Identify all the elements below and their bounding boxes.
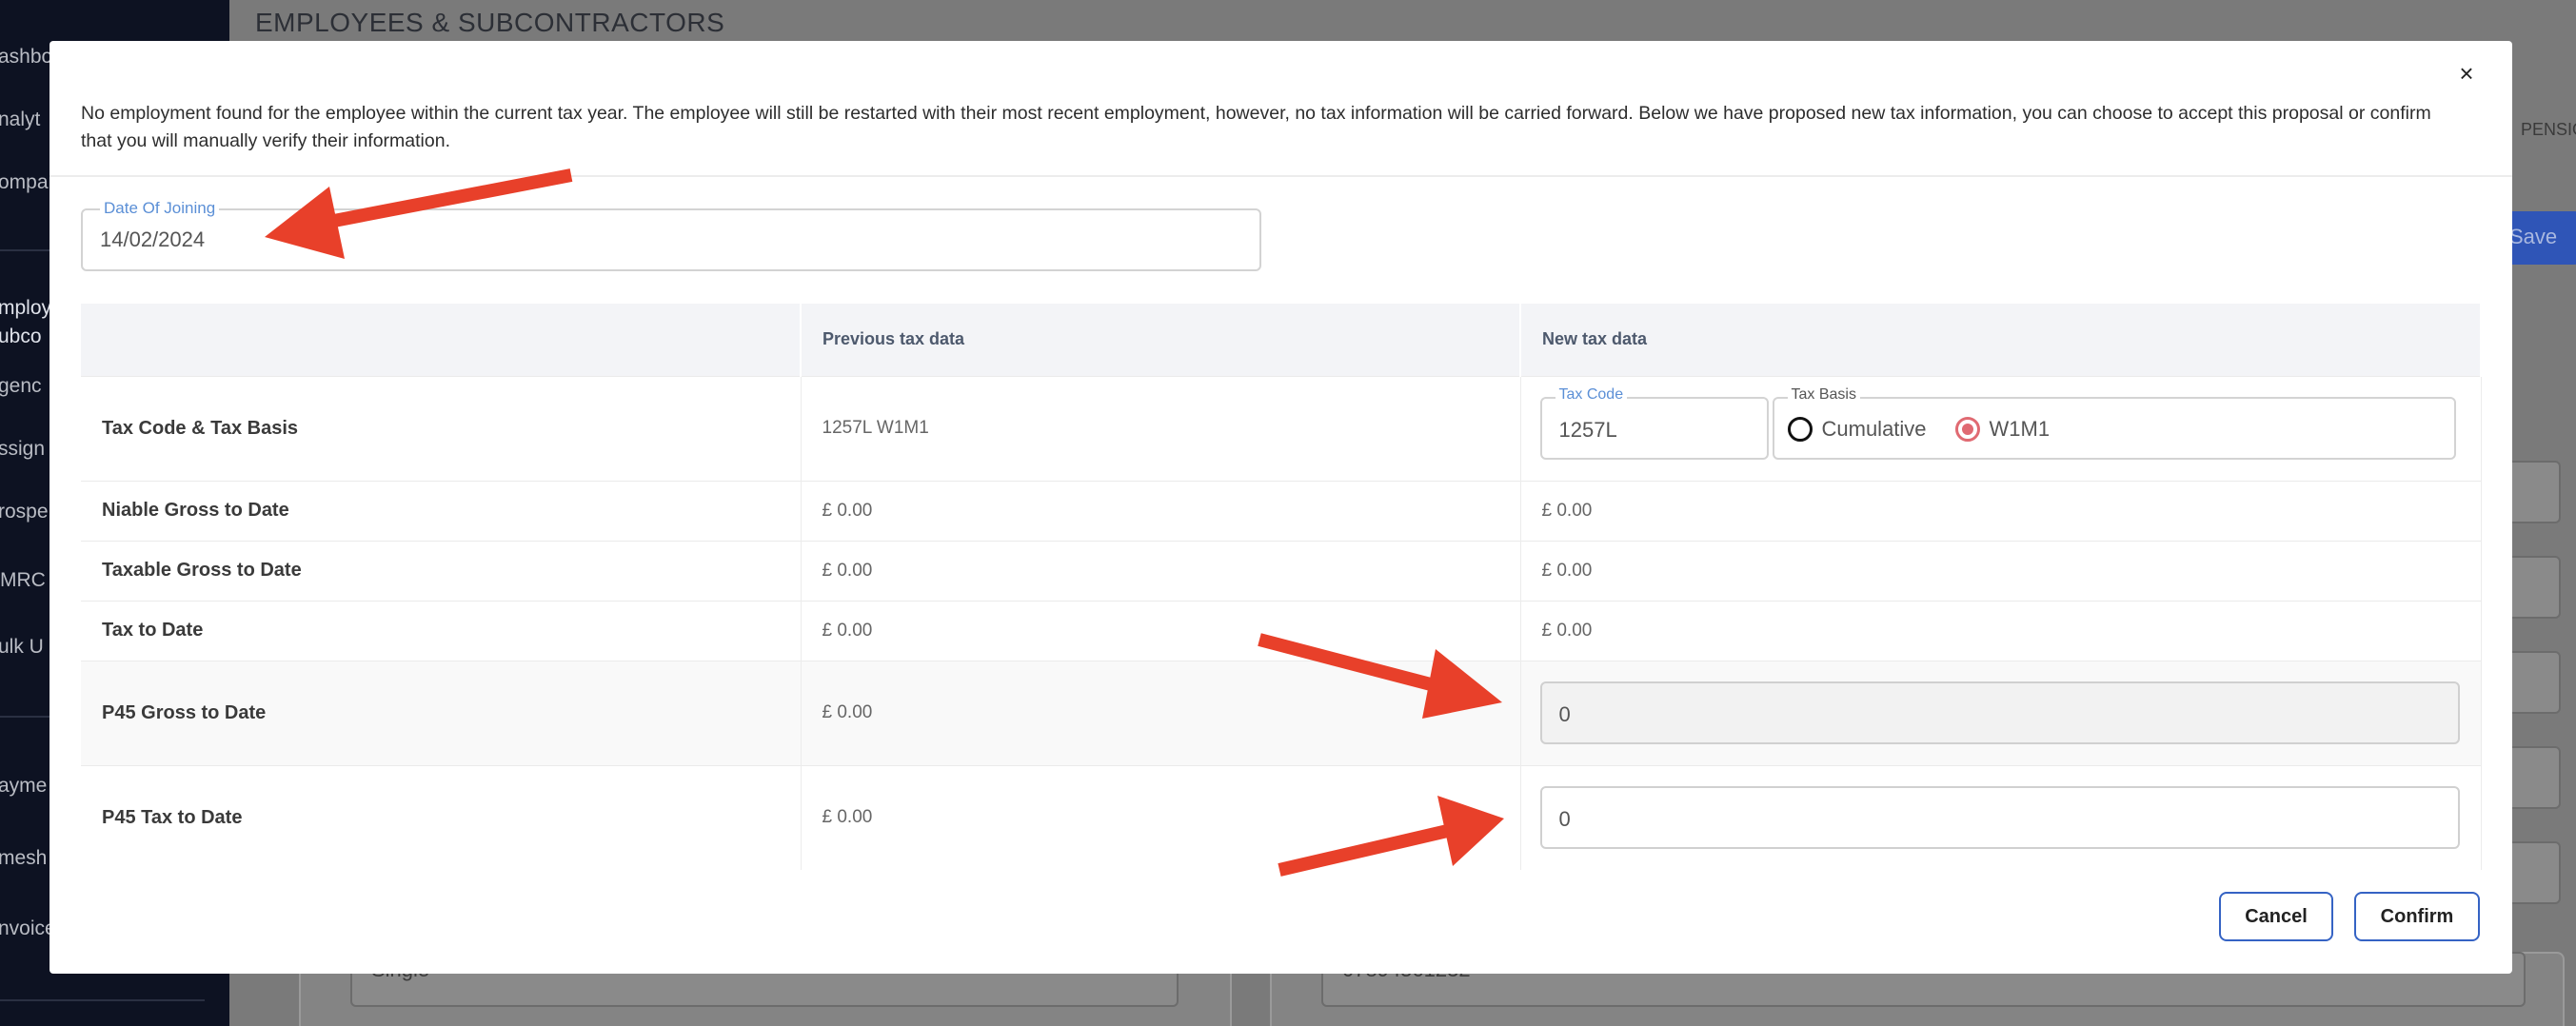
- new-value: £ 0.00: [1520, 540, 2482, 601]
- p45-gross-input[interactable]: 0: [1539, 681, 2460, 744]
- radio-w1m1-label[interactable]: W1M1: [1990, 417, 2051, 442]
- previous-value: £ 0.00: [801, 540, 1521, 601]
- row-label: Tax Code & Tax Basis: [81, 375, 802, 481]
- table-row: Taxable Gross to Date £ 0.00 £ 0.00: [81, 540, 2482, 601]
- background-input: [2504, 556, 2561, 619]
- radio-cumulative[interactable]: [1787, 417, 1813, 442]
- confirm-button[interactable]: Confirm: [2354, 892, 2480, 941]
- radio-w1m1[interactable]: [1954, 417, 1980, 442]
- table-row: P45 Gross to Date £ 0.00 0: [81, 660, 2482, 765]
- background-input: [2504, 461, 2561, 523]
- row-label: P45 Gross to Date: [81, 660, 802, 765]
- tax-code-input[interactable]: Tax Code 1257L: [1539, 386, 1769, 460]
- cancel-button[interactable]: Cancel: [2219, 892, 2333, 941]
- previous-value: 1257L W1M1: [801, 375, 1521, 481]
- radio-cumulative-label[interactable]: Cumulative: [1822, 417, 1927, 442]
- table-header-row: Previous tax data New tax data: [81, 304, 2482, 376]
- background-input: [2504, 651, 2561, 714]
- previous-value: £ 0.00: [801, 660, 1521, 765]
- tax-code-value: 1257L: [1558, 418, 1617, 442]
- table-row: Tax Code & Tax Basis 1257L W1M1 Tax Code…: [81, 375, 2482, 481]
- new-value: £ 0.00: [1520, 480, 2482, 541]
- tax-code-label: Tax Code: [1555, 386, 1628, 404]
- column-header-label: [81, 304, 802, 376]
- modal-notice: No employment found for the employee wit…: [81, 103, 2431, 151]
- row-label: Taxable Gross to Date: [81, 540, 802, 601]
- date-of-joining-label: Date Of Joining: [100, 199, 220, 218]
- tax-data-table: Previous tax data New tax data Tax Code …: [81, 304, 2482, 870]
- row-label: Tax to Date: [81, 600, 802, 661]
- row-label: P45 Tax to Date: [81, 764, 802, 870]
- tax-basis-group: Tax Basis Cumulative W1M1: [1772, 386, 2456, 460]
- previous-value: £ 0.00: [801, 480, 1521, 541]
- table-row: Niable Gross to Date £ 0.00 £ 0.00: [81, 480, 2482, 541]
- page-title: EMPLOYEES & SUBCONTRACTORS: [255, 8, 725, 37]
- divider: [50, 175, 2512, 177]
- p45-tax-cell: 0: [1520, 764, 2482, 870]
- table-row: Tax to Date £ 0.00 £ 0.00: [81, 600, 2482, 661]
- p45-tax-input[interactable]: 0: [1539, 786, 2460, 850]
- previous-value: £ 0.00: [801, 764, 1521, 870]
- date-of-joining-value: 14/02/2024: [100, 227, 206, 251]
- close-icon[interactable]: ×: [2449, 56, 2484, 90]
- row-label: Niable Gross to Date: [81, 480, 802, 541]
- tab-pension[interactable]: PENSIO: [2521, 120, 2576, 140]
- background-input: [2504, 841, 2561, 904]
- tax-code-basis-cell: Tax Code 1257L Tax Basis Cumulative W1M1: [1520, 375, 2482, 481]
- table-row: P45 Tax to Date £ 0.00 0: [81, 764, 2482, 870]
- sidebar-divider: [0, 999, 205, 1001]
- new-value: £ 0.00: [1520, 600, 2482, 661]
- tax-basis-label: Tax Basis: [1787, 386, 1860, 404]
- restart-employment-modal: × No employment found for the employee w…: [50, 41, 2512, 974]
- background-input: [2504, 746, 2561, 809]
- column-header-previous: Previous tax data: [801, 304, 1521, 376]
- date-of-joining-field[interactable]: Date Of Joining 14/02/2024: [81, 199, 1261, 271]
- previous-value: £ 0.00: [801, 600, 1521, 661]
- column-header-new: New tax data: [1520, 304, 2482, 376]
- p45-gross-cell: 0: [1520, 660, 2482, 765]
